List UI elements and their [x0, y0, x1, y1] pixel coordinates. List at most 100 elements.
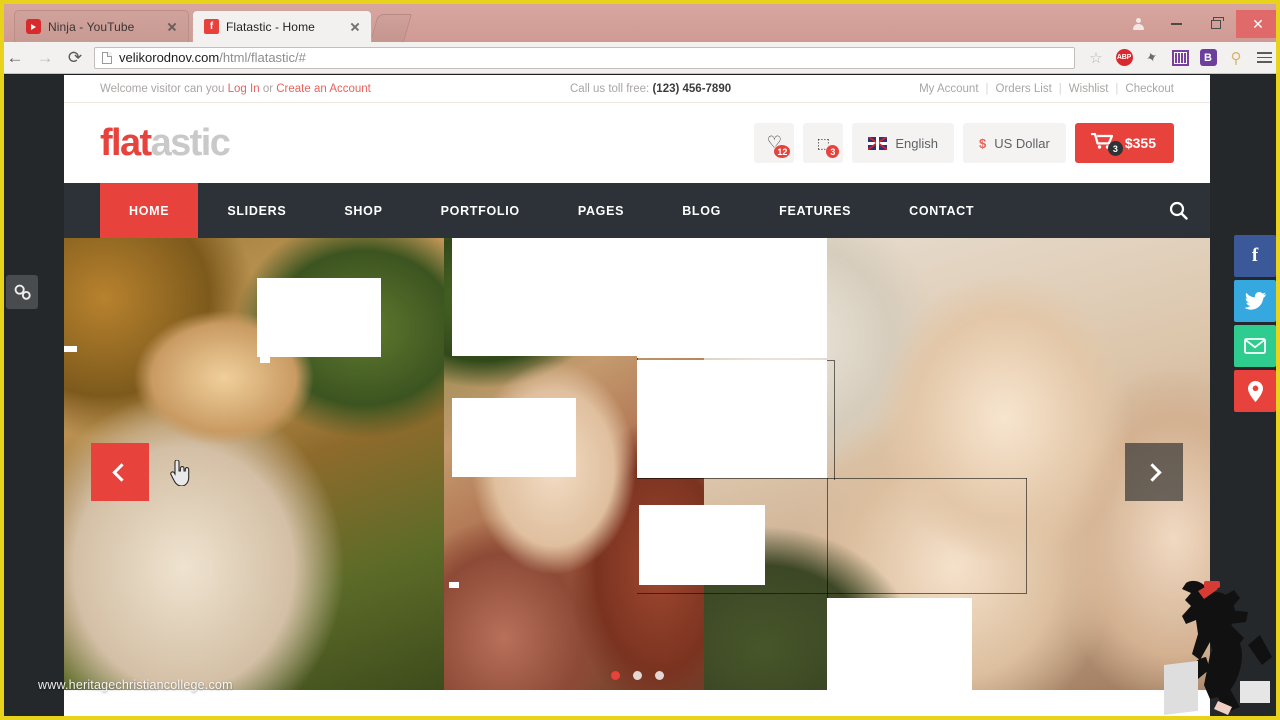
- url-path: /html/flatastic/#: [219, 50, 306, 65]
- nav-label: BLOG: [682, 203, 722, 218]
- twitter-icon[interactable]: [1234, 280, 1276, 322]
- currency-selector[interactable]: $ US Dollar: [962, 123, 1066, 163]
- bookmark-star-icon[interactable]: ☆: [1082, 44, 1110, 72]
- currency-label: US Dollar: [994, 135, 1050, 151]
- divider: |: [1115, 82, 1119, 95]
- nav-label: SLIDERS: [227, 203, 287, 218]
- video-watermark: www.heritagechristiancollege.com: [38, 678, 233, 692]
- slider-pagination: [64, 671, 1210, 680]
- nav-item-pages[interactable]: PAGES: [549, 183, 653, 238]
- my-account-link[interactable]: My Account: [919, 83, 978, 95]
- transition-tile: [64, 346, 77, 352]
- create-account-link[interactable]: Create an Account: [276, 83, 371, 95]
- nav-label: SHOP: [344, 203, 383, 218]
- magic-wand-icon[interactable]: ✦: [1138, 44, 1166, 72]
- cart-total: $355: [1124, 135, 1156, 151]
- chrome-menu-icon[interactable]: [1250, 44, 1278, 72]
- wishlist-link[interactable]: Wishlist: [1069, 83, 1109, 95]
- wishlist-button[interactable]: ♡ 12: [754, 123, 795, 163]
- nav-label: PAGES: [577, 203, 625, 218]
- browser-tab-strip: Ninja - YouTube f Flatastic - Home ✕: [0, 0, 1280, 42]
- profile-icon[interactable]: [1120, 10, 1156, 38]
- site-logo[interactable]: flatastic: [100, 121, 231, 165]
- close-tab-icon[interactable]: [349, 21, 361, 33]
- slider-dot-3[interactable]: [654, 671, 664, 680]
- nav-item-shop[interactable]: SHOP: [315, 183, 411, 238]
- compare-count-badge: 3: [825, 144, 841, 159]
- slider-prev-button[interactable]: [91, 443, 149, 501]
- header-tools: ♡ 12 ⬚ 3 English $ US Dollar 3 $355: [754, 123, 1174, 163]
- nav-label: PORTFOLIO: [440, 203, 520, 218]
- phone-number: (123) 456-7890: [652, 82, 732, 95]
- nav-label: FEATURES: [779, 203, 852, 218]
- flatastic-icon: f: [204, 19, 219, 34]
- logo-text-primary: flat: [100, 121, 152, 164]
- chevron-left-icon: [112, 462, 131, 482]
- transition-tile: [452, 238, 637, 356]
- nav-item-contact[interactable]: CONTACT: [880, 183, 1003, 238]
- tab-title: Flatastic - Home: [226, 19, 315, 34]
- login-link[interactable]: Log In: [228, 83, 260, 95]
- hero-slider[interactable]: [64, 238, 1210, 690]
- nav-label: CONTACT: [909, 203, 975, 218]
- reload-icon: ⟳: [67, 47, 83, 67]
- back-button[interactable]: ←: [0, 43, 30, 73]
- chevron-right-icon: [1143, 462, 1162, 482]
- main-navigation: HOME SLIDERS SHOP PORTFOLIO PAGES BLOG F…: [64, 183, 1210, 238]
- address-bar[interactable]: velikorodnov.com /html/flatastic/#: [94, 46, 1075, 69]
- language-selector[interactable]: English: [852, 123, 954, 163]
- page-viewport: Welcome visitor can you Log In or Create…: [0, 75, 1280, 720]
- adblock-plus-icon[interactable]: ABP: [1110, 44, 1138, 72]
- compare-button[interactable]: ⬚ 3: [803, 123, 844, 163]
- window-controls: ✕: [1120, 10, 1280, 38]
- youtube-icon: [26, 19, 41, 34]
- barcode-icon[interactable]: [1166, 44, 1194, 72]
- nav-item-features[interactable]: FEATURES: [750, 183, 880, 238]
- minimize-button[interactable]: [1156, 10, 1196, 38]
- divider: |: [1058, 82, 1062, 95]
- facebook-icon[interactable]: f: [1234, 235, 1276, 277]
- location-pin-icon[interactable]: [1234, 370, 1276, 412]
- transition-tile: [637, 238, 827, 358]
- reload-button[interactable]: ⟳: [60, 43, 90, 73]
- social-share-rail: f: [1234, 235, 1276, 412]
- ninja-mascot-icon: [1164, 565, 1274, 720]
- welcome-prefix: Welcome visitor can you: [100, 82, 225, 95]
- site-header: flatastic ♡ 12 ⬚ 3 English $ US Dollar 3…: [64, 103, 1210, 183]
- nav-item-portfolio[interactable]: PORTFOLIO: [412, 183, 549, 238]
- extension-toolbar: ☆ ABP ✦ B ⚲: [1082, 44, 1280, 72]
- uk-flag-icon: [868, 136, 888, 150]
- nav-item-sliders[interactable]: SLIDERS: [198, 183, 315, 238]
- signpost-icon[interactable]: ⚲: [1222, 44, 1250, 72]
- theme-settings-button[interactable]: [6, 275, 38, 309]
- browser-tab-youtube[interactable]: Ninja - YouTube: [14, 10, 189, 42]
- close-tab-icon[interactable]: [166, 21, 178, 33]
- tab-title: Ninja - YouTube: [48, 19, 135, 34]
- slider-dot-1[interactable]: [610, 671, 620, 680]
- divider: |: [985, 82, 989, 95]
- tile-divider: [637, 478, 1027, 479]
- search-icon[interactable]: [1146, 183, 1210, 238]
- transition-tile: [637, 360, 827, 478]
- nav-item-blog[interactable]: BLOG: [653, 183, 750, 238]
- welcome-message: Welcome visitor can you Log In or Create…: [100, 83, 570, 95]
- email-icon[interactable]: [1234, 325, 1276, 367]
- nav-item-home[interactable]: HOME: [100, 183, 199, 238]
- slider-next-button[interactable]: [1125, 443, 1183, 501]
- logo-text-secondary: astic: [150, 121, 231, 164]
- cart-button[interactable]: 3 $355: [1074, 123, 1174, 163]
- close-window-button[interactable]: ✕: [1236, 10, 1280, 38]
- tile-divider: [637, 593, 1027, 594]
- bitwarden-icon[interactable]: B: [1194, 44, 1222, 72]
- call-label: Call us toll free:: [570, 82, 650, 95]
- tile-divider: [1026, 478, 1027, 593]
- orders-list-link[interactable]: Orders List: [996, 83, 1052, 95]
- currency-sign: $: [978, 135, 987, 151]
- new-tab-button[interactable]: [369, 14, 413, 42]
- slider-dot-2[interactable]: [632, 671, 642, 680]
- forward-button[interactable]: →: [30, 43, 60, 73]
- maximize-button[interactable]: [1196, 10, 1236, 38]
- flatastic-site: Welcome visitor can you Log In or Create…: [64, 75, 1210, 720]
- browser-tab-flatastic[interactable]: f Flatastic - Home: [192, 10, 372, 42]
- checkout-link[interactable]: Checkout: [1125, 83, 1174, 95]
